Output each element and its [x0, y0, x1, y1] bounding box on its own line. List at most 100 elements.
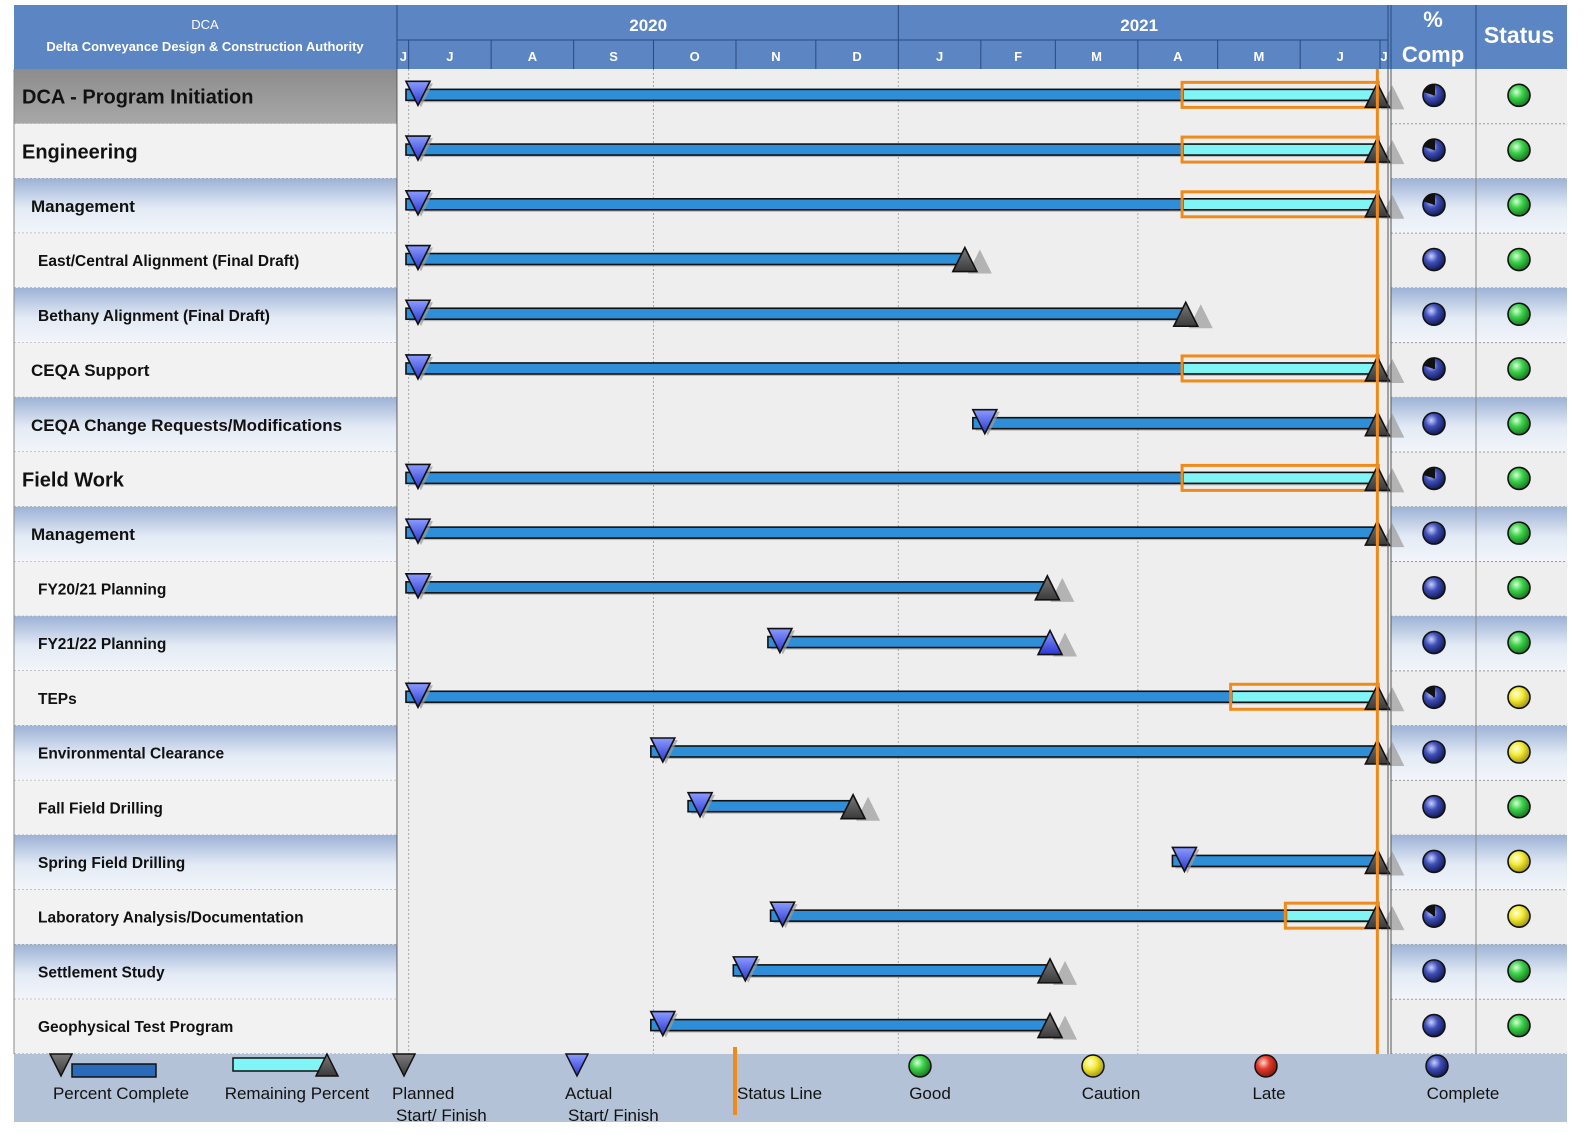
status-dot	[1507, 357, 1531, 381]
task-name: TEPs	[38, 691, 77, 708]
legend-planned-label-2: Start/ Finish	[396, 1106, 487, 1125]
pct-complete-pie	[1422, 849, 1446, 874]
bar-complete	[732, 964, 1051, 977]
status-dot	[1507, 904, 1531, 928]
bar-complete	[972, 416, 1379, 430]
month-label: M	[1254, 49, 1265, 64]
month-label: J	[936, 49, 943, 64]
task-name: Management	[31, 525, 135, 544]
month-label: F	[1014, 49, 1022, 64]
task-name: Laboratory Analysis/Documentation	[38, 910, 304, 927]
task-name: Spring Field Drilling	[38, 855, 185, 872]
pct-complete-indicator	[1422, 794, 1446, 819]
pct-complete-indicator	[1422, 302, 1446, 327]
bar-remaining	[1230, 690, 1379, 704]
status-dot	[1507, 411, 1531, 436]
month-label: S	[609, 49, 618, 64]
status-dot	[1507, 521, 1531, 545]
pct-complete-indicator	[1422, 904, 1446, 928]
gantt-chart-view: DCA Delta Conveyance Design & Constructi…	[0, 0, 1584, 1135]
bar-complete	[405, 362, 1184, 375]
pct-complete-indicator	[1422, 740, 1446, 764]
task-name: FY20/21 Planning	[38, 581, 166, 598]
legend-good-dot	[908, 1054, 932, 1078]
legend-actual-label-1: Actual	[565, 1084, 612, 1103]
status-dot	[1507, 849, 1531, 874]
month-label: J	[1336, 49, 1343, 64]
bar-remaining	[1182, 143, 1379, 156]
pct-complete-indicator	[1422, 576, 1446, 600]
bar-complete	[1171, 854, 1379, 868]
pct-complete-indicator	[1422, 193, 1446, 217]
bar-remaining	[1285, 909, 1379, 922]
legend-caution-label: Caution	[1082, 1084, 1141, 1103]
pct-complete-pie	[1422, 521, 1446, 545]
status-dot	[1507, 247, 1531, 272]
pct-complete-indicator	[1422, 521, 1446, 545]
bar-complete	[650, 1018, 1051, 1032]
pct-complete-indicator	[1422, 466, 1446, 491]
legend-complete-dot	[1425, 1054, 1449, 1078]
legend-caution-dot	[1081, 1054, 1105, 1078]
pct-complete-indicator	[1422, 83, 1446, 108]
pct-complete-pie	[1422, 959, 1446, 983]
pct-complete-indicator	[1422, 630, 1446, 655]
pct-complete-indicator	[1422, 357, 1446, 381]
pct-complete-pie	[1422, 411, 1446, 436]
task-name: Fall Field Drilling	[38, 800, 163, 817]
task-name: Bethany Alignment (Final Draft)	[38, 308, 270, 325]
status-dot	[1507, 576, 1531, 600]
year-label: 2021	[1120, 16, 1158, 35]
status-dot	[1507, 302, 1531, 327]
header-org-short: DCA	[191, 17, 219, 32]
bar-complete	[687, 799, 854, 813]
task-name: Management	[31, 197, 135, 216]
month-label: O	[690, 49, 700, 64]
task-name: East/Central Alignment (Final Draft)	[38, 253, 299, 270]
status-dot	[1507, 138, 1531, 162]
legend-status-line-label: Status Line	[737, 1084, 822, 1103]
month-label: A	[528, 49, 538, 64]
bar-remaining	[1182, 88, 1379, 102]
bar-complete	[405, 252, 966, 266]
pct-complete-pie	[1422, 794, 1446, 819]
status-dot	[1507, 740, 1531, 764]
pct-complete-indicator	[1422, 685, 1446, 710]
task-name: Settlement Study	[38, 964, 165, 981]
pct-complete-indicator	[1422, 959, 1446, 983]
bar-complete	[405, 198, 1184, 211]
month-label: M	[1091, 49, 1102, 64]
pct-header-line1: %	[1423, 7, 1443, 32]
task-name: CEQA Change Requests/Modifications	[31, 416, 342, 435]
status-dot	[1507, 959, 1531, 983]
pct-complete-pie	[1422, 630, 1446, 655]
bar-complete	[767, 635, 1051, 649]
bar-complete	[405, 307, 1187, 321]
pct-complete-pie	[1422, 302, 1446, 327]
status-dot	[1507, 685, 1531, 710]
bar-complete	[405, 471, 1184, 485]
legend-late-dot	[1254, 1054, 1278, 1078]
legend-remaining-percent-label: Remaining Percent	[225, 1084, 370, 1103]
month-label: D	[852, 49, 861, 64]
pct-header-line2: Comp	[1402, 42, 1464, 67]
bar-complete	[650, 745, 1379, 758]
bar-complete	[405, 526, 1379, 539]
bar-remaining	[1182, 198, 1379, 211]
task-name: DCA - Program Initiation	[22, 87, 253, 109]
task-name: Field Work	[22, 470, 125, 492]
task-name: FY21/22 Planning	[38, 636, 166, 653]
legend-percent-complete-label: Percent Complete	[53, 1084, 189, 1103]
month-label: N	[771, 49, 780, 64]
legend-complete-label: Complete	[1427, 1084, 1500, 1103]
legend-good-label: Good	[909, 1084, 951, 1103]
pct-complete-pie	[1422, 740, 1446, 764]
status-dot	[1507, 193, 1531, 217]
status-dot	[1507, 466, 1531, 491]
pct-complete-pie	[1422, 576, 1446, 600]
bar-complete	[405, 581, 1049, 594]
pct-complete-indicator	[1422, 138, 1446, 162]
gantt-chart: DCA Delta Conveyance Design & Constructi…	[13, 5, 1567, 1125]
bar-remaining	[1182, 362, 1379, 375]
month-label: J	[446, 49, 453, 64]
